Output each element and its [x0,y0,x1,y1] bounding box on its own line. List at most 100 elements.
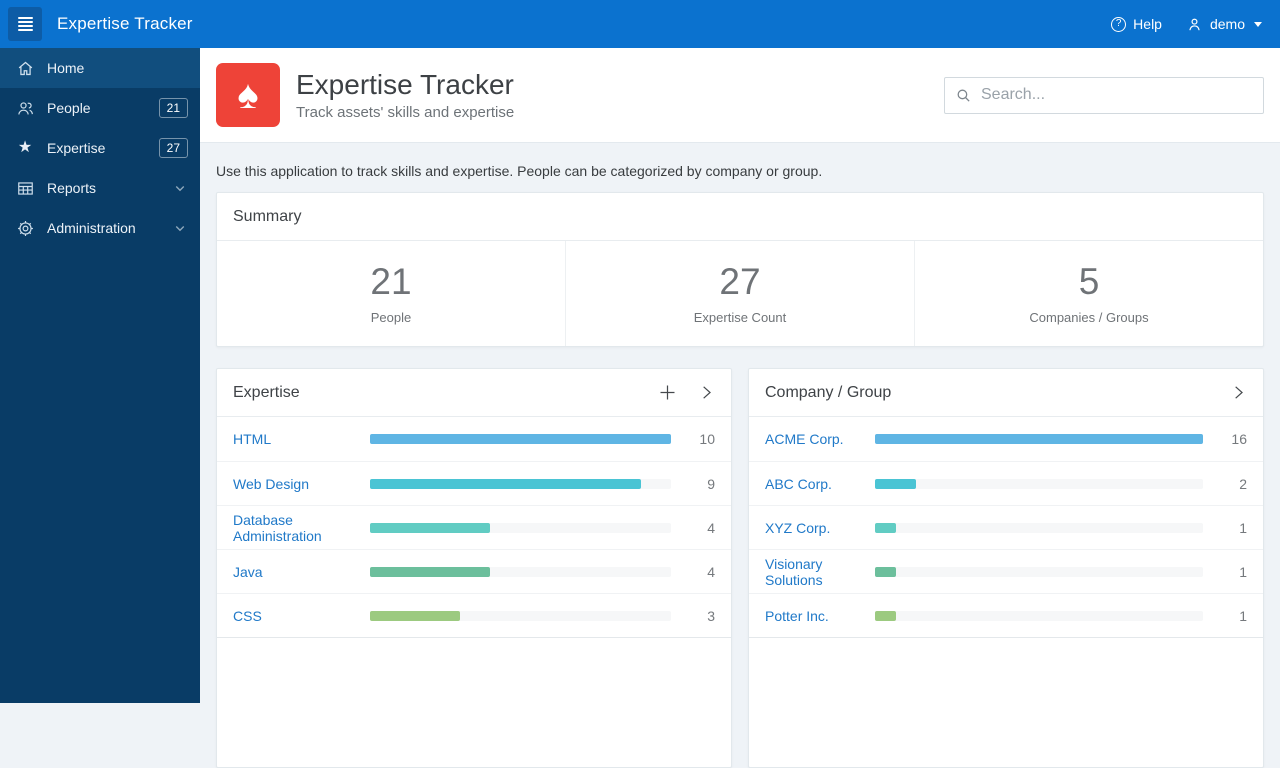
bar-track [370,522,671,533]
summary-stats: 21 People 27 Expertise Count 5 Companies… [217,241,1263,346]
sidebar-item-expertise[interactable]: ★ Expertise 27 [0,128,200,168]
stat-label: Companies / Groups [1029,309,1149,325]
bar-fill [370,478,641,489]
expertise-list: HTML 10 Web Design 9 Database Administration… [217,417,731,638]
bar-track [875,478,1203,489]
user-icon [1189,18,1200,30]
help-question-icon: ? [1111,16,1127,32]
row-value: 16 [1231,431,1247,447]
add-expertise-button[interactable] [657,382,678,403]
row-label-link[interactable]: Visionary Solutions [765,556,875,588]
bar-fill [875,434,1203,444]
expertise-card-title: Expertise [233,383,300,401]
bar-fill [370,434,671,444]
people-icon [15,99,35,118]
chevron-down-icon [174,222,186,234]
row-value: 9 [707,475,715,492]
open-company-group-button[interactable] [1230,384,1247,401]
plus-icon [660,385,675,400]
gear-icon [15,219,35,238]
sidebar-item-administration[interactable]: Administration [0,208,200,248]
list-row: Web Design 9 [217,461,731,505]
bar-track [370,610,671,621]
sidebar-item-label: Home [47,60,85,76]
company-group-list: ACME Corp. 16 ABC Corp. 2 XYZ Corp. 1 Visionar… [749,417,1263,638]
stat-companies-groups: 5 Companies / Groups [914,241,1263,346]
help-label: Help [1133,16,1162,32]
sidebar-item-label: Expertise [47,140,106,156]
row-label-link[interactable]: Java [233,564,370,580]
list-row: Java 4 [217,549,731,593]
bar-fill [875,610,896,621]
row-label-link[interactable]: Database Administration [233,512,370,544]
company-group-card-title: Company / Group [765,383,892,401]
user-label: demo [1209,16,1245,32]
list-row: HTML 10 [217,417,731,461]
bar-fill [875,566,896,577]
bar-fill [370,522,491,533]
bar-track [370,566,671,577]
bar-track [875,566,1203,577]
search-box [944,76,1264,114]
bar-fill [875,478,916,489]
row-label-link[interactable]: XYZ Corp. [765,520,875,536]
row-label-link[interactable]: Web Design [233,476,370,492]
page-header: ♠ Expertise Tracker Track assets' skills… [200,48,1280,143]
app-bar: Expertise Tracker ? Help demo [0,0,1280,48]
row-label-link[interactable]: ABC Corp. [765,476,875,492]
user-menu[interactable]: demo [1186,16,1262,33]
report-grid-icon [15,179,35,198]
sidebar-item-reports[interactable]: Reports [0,168,200,208]
bar-track [370,478,671,489]
sidebar-item-label: Administration [47,220,136,236]
summary-card: Summary 21 People 27 Expertise Count 5 C… [216,192,1264,347]
expertise-card: Expertise HTML 10 Web Design 9 Database Admi… [216,368,732,768]
company-group-card: Company / Group ACME Corp. 16 ABC Corp. 2 XY… [748,368,1264,768]
stat-label: Expertise Count [693,309,787,325]
row-label-link[interactable]: CSS [233,608,370,624]
search-input[interactable] [944,76,1264,114]
list-row: Database Administration 4 [217,505,731,549]
main-content: Use this application to track skills and… [200,143,1280,768]
star-icon: ★ [17,139,33,156]
app-bar-right: ? Help demo [1111,16,1262,33]
list-row: Visionary Solutions 1 [749,549,1263,593]
stat-people: 21 People [217,241,565,346]
row-value: 3 [707,607,715,624]
row-label-link[interactable]: Potter Inc. [765,608,875,624]
page-title: Expertise Tracker [296,69,514,100]
bar-track [875,610,1203,621]
home-icon [15,59,35,78]
spade-icon: ♠ [216,63,280,127]
hamburger-menu-icon[interactable] [8,7,42,41]
row-label-link[interactable]: HTML [233,431,370,447]
row-value: 1 [1239,563,1247,580]
sidebar-item-people[interactable]: People 21 [0,88,200,128]
list-row: ABC Corp. 2 [749,461,1263,505]
people-count-badge: 21 [158,98,188,118]
sidebar-item-home[interactable]: Home [0,48,200,88]
open-expertise-button[interactable] [698,384,715,401]
stat-value: 21 [370,261,412,303]
stat-expertise-count: 27 Expertise Count [565,241,914,346]
bar-track [875,522,1203,533]
bar-fill [370,610,461,621]
row-value: 10 [699,431,715,447]
row-label-link[interactable]: ACME Corp. [765,431,875,447]
row-value: 1 [1239,519,1247,536]
stat-label: People [370,309,412,325]
bar-track [370,434,671,444]
stat-value: 27 [719,261,761,303]
row-value: 4 [707,563,715,580]
bar-fill [370,566,491,577]
sidebar-item-label: People [47,100,91,116]
summary-card-title: Summary [233,207,302,225]
intro-text: Use this application to track skills and… [216,163,823,179]
row-value: 1 [1239,607,1247,624]
list-row: ACME Corp. 16 [749,417,1263,461]
help-link[interactable]: ? Help [1111,16,1162,32]
list-row: XYZ Corp. 1 [749,505,1263,549]
caret-down-icon [1254,21,1262,27]
chevron-right-icon [703,386,711,399]
search-icon [957,89,970,102]
